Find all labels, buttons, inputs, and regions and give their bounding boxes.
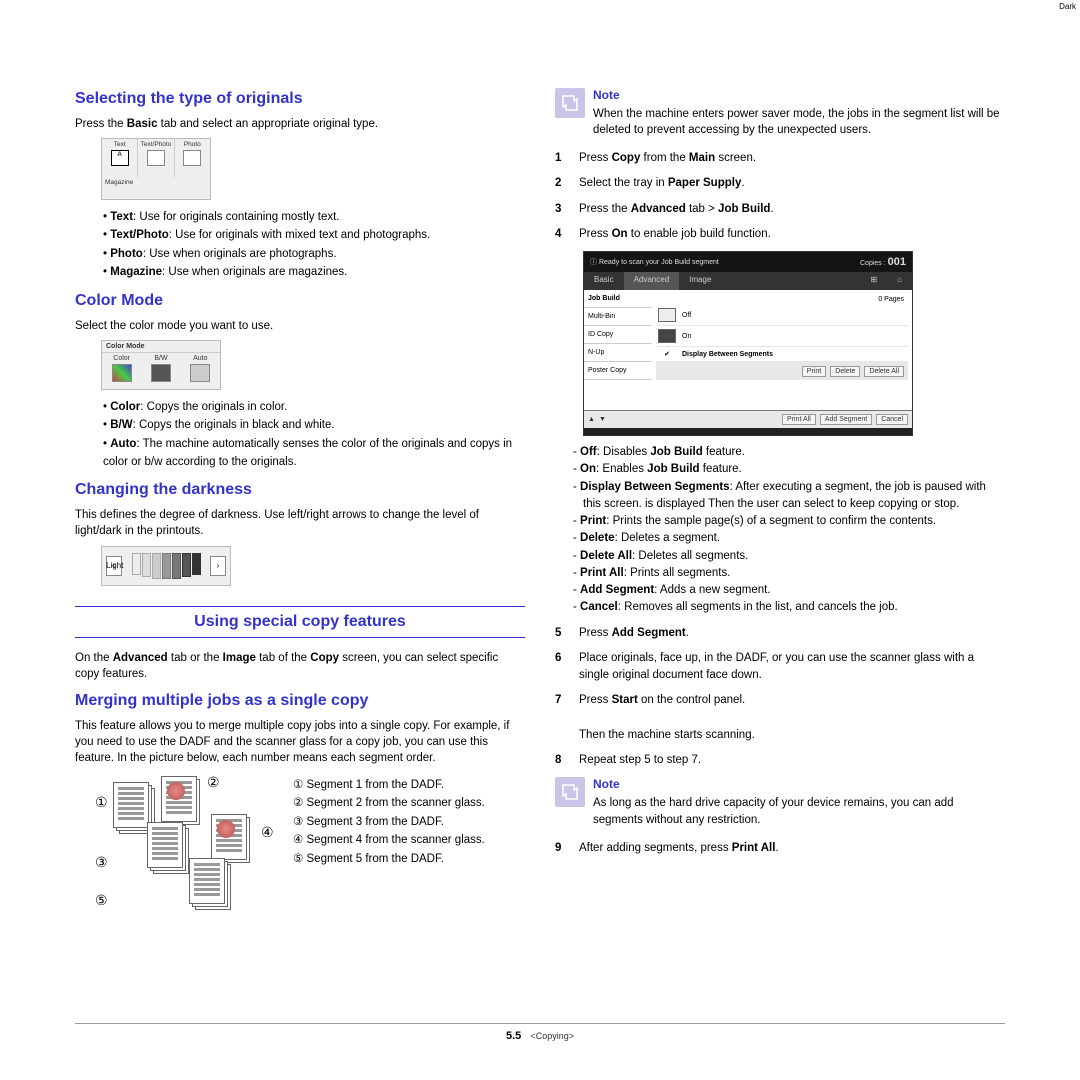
color-mode-thumbnail: Color Mode Color B/W Auto [101, 340, 221, 390]
down-arrow-icon: ▼ [599, 416, 606, 423]
note-text: As long as the hard drive capacity of yo… [593, 795, 1005, 827]
btn-delete: Delete [830, 366, 860, 377]
page-number: 5.5 [506, 1030, 521, 1042]
steps-1-4: 1Press Copy from the Main screen. 2Selec… [555, 150, 1005, 243]
note-power-saver: Note When the machine enters power saver… [555, 88, 1005, 142]
two-column-layout: Selecting the type of originals Press th… [75, 80, 1005, 916]
heading-darkness: Changing the darkness [75, 481, 525, 499]
segment-legend: ① Segment 1 from the DADF. ② Segment 2 f… [293, 776, 485, 868]
text-darkness: This defines the degree of darkness. Use… [75, 507, 525, 539]
original-type-thumbnail: TextA Text/Photo Photo Magazine [101, 138, 211, 200]
btn-print: Print [802, 366, 826, 377]
job-build-options: Off: Disables Job Build feature. On: Ena… [573, 444, 1005, 617]
text-special-intro: On the Advanced tab or the Image tab of … [75, 650, 525, 682]
page-footer: 5.5 <Copying> [75, 1023, 1005, 1042]
tab-basic: Basic [584, 272, 624, 290]
text-originals-intro: Press the Basic tab and select an approp… [75, 116, 525, 132]
text-merging: This feature allows you to merge multipl… [75, 718, 525, 766]
note-title: Note [593, 777, 1005, 791]
job-build-screenshot: ⓘ Ready to scan your Job Build segment C… [583, 251, 913, 436]
segment-diagram-image: ① ② ③ ④ ⑤ [99, 776, 279, 906]
side-poster-copy: Poster Copy [584, 362, 652, 380]
right-column: Note When the machine enters power saver… [555, 80, 1005, 916]
note-icon [555, 88, 585, 118]
side-id-copy: ID Copy [584, 326, 652, 344]
tab-image: Image [679, 272, 721, 290]
section-label: <Copying> [530, 1031, 574, 1041]
note-title: Note [593, 88, 1005, 102]
heading-merging: Merging multiple jobs as a single copy [75, 692, 525, 710]
darkness-thumbnail: Light ‹ › Dark [101, 546, 231, 586]
up-arrow-icon: ▲ [588, 416, 595, 423]
btn-delete-all: Delete All [864, 366, 904, 377]
segment-diagram: ① ② ③ ④ ⑤ [99, 776, 525, 906]
note-hard-drive: Note As long as the hard drive capacity … [555, 777, 1005, 831]
btn-cancel: Cancel [876, 414, 908, 425]
btn-add-segment: Add Segment [820, 414, 872, 425]
note-text: When the machine enters power saver mode… [593, 106, 1005, 138]
btn-print-all: Print All [782, 414, 816, 425]
heading-selecting-originals: Selecting the type of originals [75, 90, 525, 108]
color-bullet-list: Color: Copys the originals in color. B/W… [103, 398, 525, 472]
steps-5-8: 5Press Add Segment. 6Place originals, fa… [555, 625, 1005, 770]
originals-bullet-list: Text: Use for originals containing mostl… [103, 208, 525, 282]
right-arrow-icon: › [210, 556, 226, 576]
heading-color-mode: Color Mode [75, 292, 525, 310]
step-9: 9After adding segments, press Print All. [555, 840, 1005, 857]
side-multi-bin: Multi-Bin [584, 308, 652, 326]
note-icon [555, 777, 585, 807]
tab-advanced: Advanced [624, 272, 680, 290]
login-icon: ⊞ [860, 272, 887, 290]
heading-special-copy: Using special copy features [75, 606, 525, 638]
text-color-intro: Select the color mode you want to use. [75, 318, 525, 334]
side-job-build: Job Build [584, 290, 652, 308]
left-column: Selecting the type of originals Press th… [75, 80, 525, 916]
home-icon: ⌂ [887, 272, 912, 290]
side-n-up: N-Up [584, 344, 652, 362]
